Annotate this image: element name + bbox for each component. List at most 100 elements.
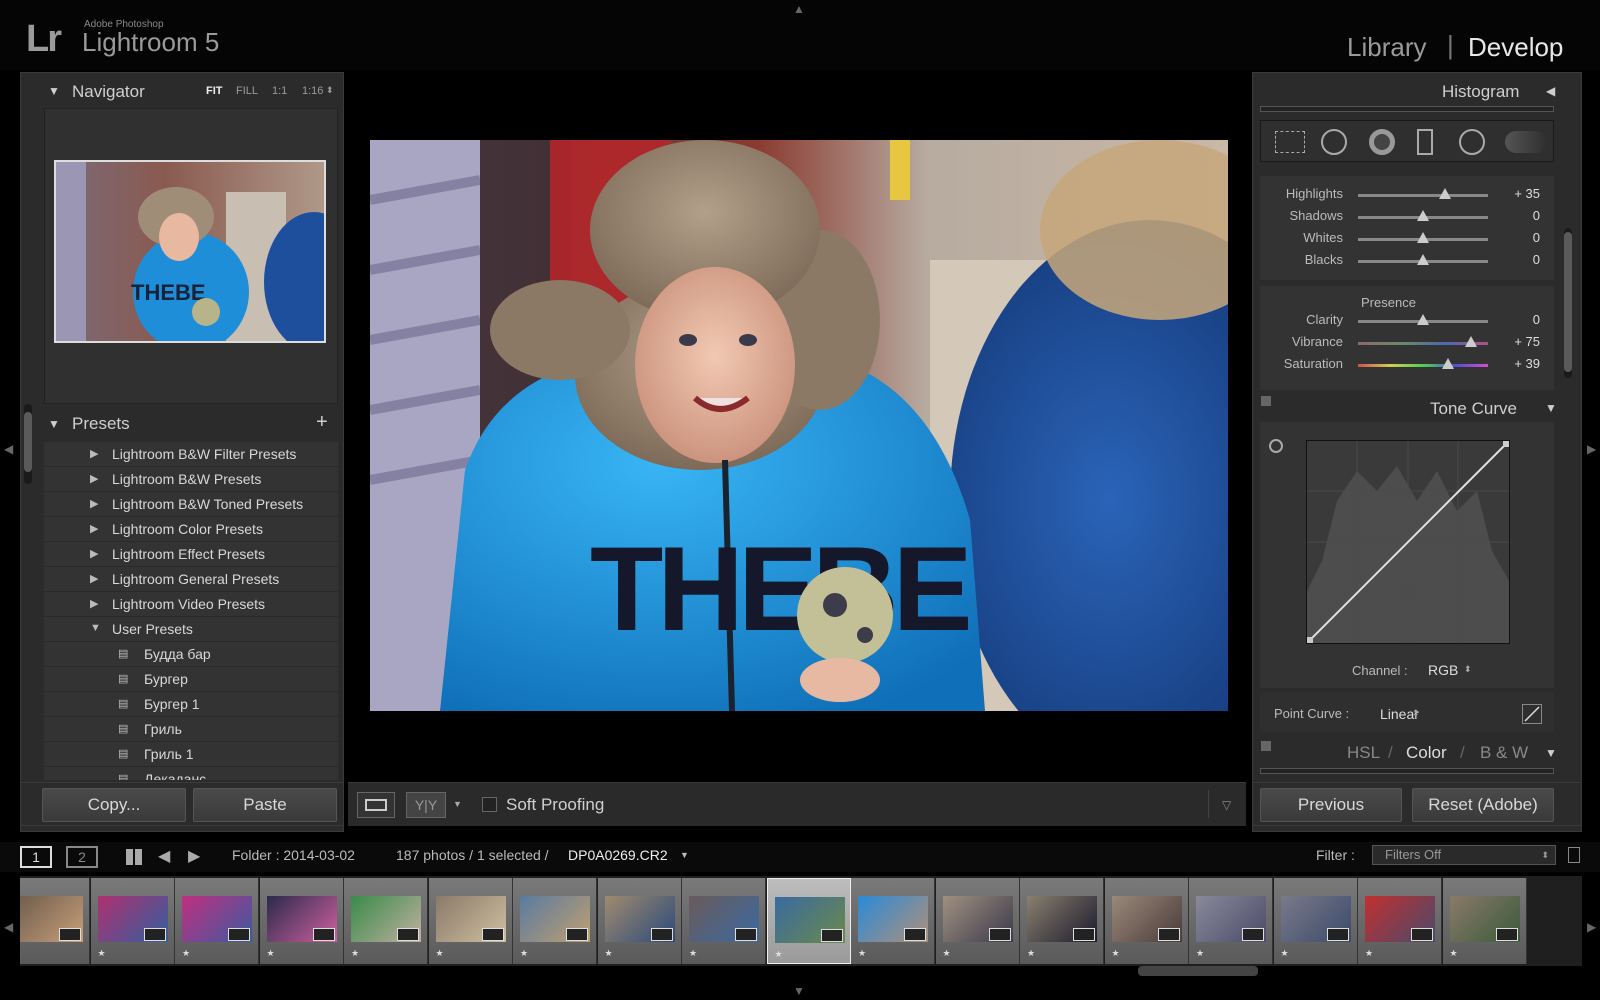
before-after-dropdown-icon[interactable]: ▼ (453, 799, 462, 809)
blacks-slider-value[interactable]: 0 (1480, 252, 1540, 267)
rating-star[interactable]: ★ (1027, 948, 1035, 959)
bw-tab[interactable]: B & W (1480, 743, 1528, 763)
filmstrip-thumbnail[interactable]: ★ (428, 878, 513, 964)
user-preset-item[interactable]: ▤ Бургер 1 (44, 692, 338, 717)
filmstrip-thumbnail[interactable]: ★ (90, 878, 175, 964)
left-scrollbar-thumb[interactable] (24, 412, 32, 472)
graduated-filter-icon[interactable] (1417, 129, 1433, 155)
tone-curve-collapse-icon[interactable]: ▼ (1545, 401, 1557, 415)
left-panel-toggle-icon[interactable]: ◀ (4, 442, 13, 456)
rating-star[interactable]: ★ (1365, 948, 1373, 959)
filmstrip-thumbnail[interactable]: ★ (682, 878, 766, 964)
filmstrip-thumbnail[interactable]: ★ (935, 878, 1020, 964)
spot-removal-icon[interactable] (1321, 129, 1347, 155)
tone-curve-toggle[interactable] (1261, 396, 1271, 406)
navigator-title[interactable]: Navigator (72, 82, 145, 102)
filmstrip-thumbnail[interactable]: ★ (1104, 878, 1189, 964)
saturation-slider-track[interactable] (1358, 364, 1488, 367)
edit-point-curve-icon[interactable] (1522, 704, 1542, 724)
user-preset-item[interactable]: ▤ Декаданс (44, 767, 338, 780)
blacks-slider-thumb[interactable] (1417, 254, 1429, 265)
nav-fill[interactable]: FILL (236, 85, 258, 97)
add-preset-button[interactable]: + (316, 411, 328, 434)
preset-group[interactable]: ▶ Lightroom B&W Toned Presets (44, 492, 338, 517)
second-window-button[interactable]: 2 (66, 846, 98, 868)
paste-button[interactable]: Paste (193, 788, 337, 822)
rating-star[interactable]: ★ (351, 948, 359, 959)
module-library[interactable]: Library (1347, 32, 1426, 63)
preset-group[interactable]: ▶ Lightroom General Presets (44, 567, 338, 592)
adjustment-brush-icon[interactable] (1505, 131, 1547, 153)
saturation-slider-value[interactable]: + 39 (1480, 356, 1540, 371)
shadows-slider-value[interactable]: 0 (1480, 208, 1540, 223)
hsl-tab[interactable]: HSL (1347, 743, 1380, 763)
vibrance-slider-value[interactable]: + 75 (1480, 334, 1540, 349)
preset-group[interactable]: ▶ Lightroom B&W Presets (44, 467, 338, 492)
channel-select[interactable]: RGB (1428, 662, 1458, 678)
targeted-adjustment-icon[interactable] (1269, 439, 1283, 453)
radial-filter-icon[interactable] (1459, 129, 1485, 155)
rating-star[interactable]: ★ (267, 948, 275, 959)
nav-fit[interactable]: FIT (206, 85, 223, 97)
grid-view-icon[interactable] (126, 849, 142, 865)
rating-star[interactable]: ★ (943, 948, 951, 959)
bottom-panel-toggle-icon[interactable]: ▼ (793, 984, 805, 998)
rating-star[interactable]: ★ (1450, 948, 1458, 959)
right-scrollbar[interactable] (1564, 228, 1572, 378)
previous-button[interactable]: Previous (1260, 788, 1402, 822)
rating-star[interactable]: ★ (1196, 948, 1204, 959)
preset-group[interactable]: ▶ Lightroom Video Presets (44, 592, 338, 617)
rating-star[interactable]: ★ (858, 948, 866, 959)
user-preset-item[interactable]: ▤ Гриль (44, 717, 338, 742)
right-scrollbar-thumb[interactable] (1564, 232, 1572, 372)
nav-zoom-stepper-icon[interactable]: ⬍ (326, 85, 334, 96)
preset-group[interactable]: ▶ Lightroom Effect Presets (44, 542, 338, 567)
user-preset-item[interactable]: ▤ Бургер (44, 667, 338, 692)
filmstrip-thumbnail[interactable]: ★ (259, 878, 344, 964)
navigator-thumbnail[interactable]: THEBE (54, 160, 326, 343)
left-scrollbar[interactable] (24, 404, 32, 484)
nav-1-16[interactable]: 1:16 (302, 85, 323, 97)
folder-label[interactable]: Folder : 2014-03-02 (232, 847, 355, 863)
filmstrip-right-arrow-icon[interactable]: ▶ (1587, 920, 1596, 934)
filmstrip-thumbnail[interactable]: ★ (20, 878, 90, 964)
rating-star[interactable]: ★ (98, 948, 106, 959)
clarity-slider-value[interactable]: 0 (1480, 312, 1540, 327)
saturation-slider-thumb[interactable] (1442, 358, 1454, 369)
before-after-view-button[interactable]: Y|Y (406, 792, 446, 818)
filmstrip-thumbnail[interactable]: ★ (1358, 878, 1442, 964)
preset-group[interactable]: ▶ Lightroom Color Presets (44, 517, 338, 542)
filmstrip-thumbnail[interactable]: ★ (851, 878, 935, 964)
rating-star[interactable]: ★ (1281, 948, 1289, 959)
tone-curve-graph[interactable] (1306, 440, 1510, 644)
reset-button[interactable]: Reset (Adobe) (1412, 788, 1554, 822)
rating-star[interactable]: ★ (605, 948, 613, 959)
histogram-collapse-icon[interactable]: ◀ (1546, 84, 1555, 98)
filename[interactable]: DP0A0269.CR2 (568, 847, 668, 863)
shadows-slider-thumb[interactable] (1417, 210, 1429, 221)
main-window-button[interactable]: 1 (20, 846, 52, 868)
filmstrip-thumbnail[interactable]: ★ (344, 878, 428, 964)
tone-curve-title[interactable]: Tone Curve (1430, 399, 1517, 419)
back-arrow-icon[interactable]: ◀ (158, 846, 170, 866)
user-preset-item[interactable]: ▤ Будда бар (44, 642, 338, 667)
red-eye-icon[interactable] (1369, 129, 1395, 155)
filter-lock-icon[interactable] (1568, 847, 1580, 863)
presets-collapse-icon[interactable]: ▼ (48, 417, 60, 431)
preset-group-user[interactable]: ▼ User Presets (44, 617, 338, 642)
rating-star[interactable]: ★ (20, 948, 21, 959)
filter-select[interactable]: Filters Off ⬍ (1372, 845, 1556, 865)
filmstrip-thumbnail[interactable]: ★ (1189, 878, 1273, 964)
rating-star[interactable]: ★ (1112, 948, 1120, 959)
vibrance-slider-thumb[interactable] (1465, 336, 1477, 347)
rating-star[interactable]: ★ (775, 949, 783, 960)
user-preset-item[interactable]: ▤ Гриль 1 (44, 742, 338, 767)
presets-title[interactable]: Presets (72, 414, 130, 434)
navigator-collapse-icon[interactable]: ▼ (48, 84, 60, 98)
filmstrip-thumbnail[interactable]: ★ (175, 878, 259, 964)
clarity-slider-thumb[interactable] (1417, 314, 1429, 325)
highlights-slider-track[interactable] (1358, 194, 1488, 197)
rating-star[interactable]: ★ (436, 948, 444, 959)
filename-dropdown-icon[interactable]: ▼ (680, 850, 689, 860)
highlights-slider-thumb[interactable] (1439, 188, 1451, 199)
